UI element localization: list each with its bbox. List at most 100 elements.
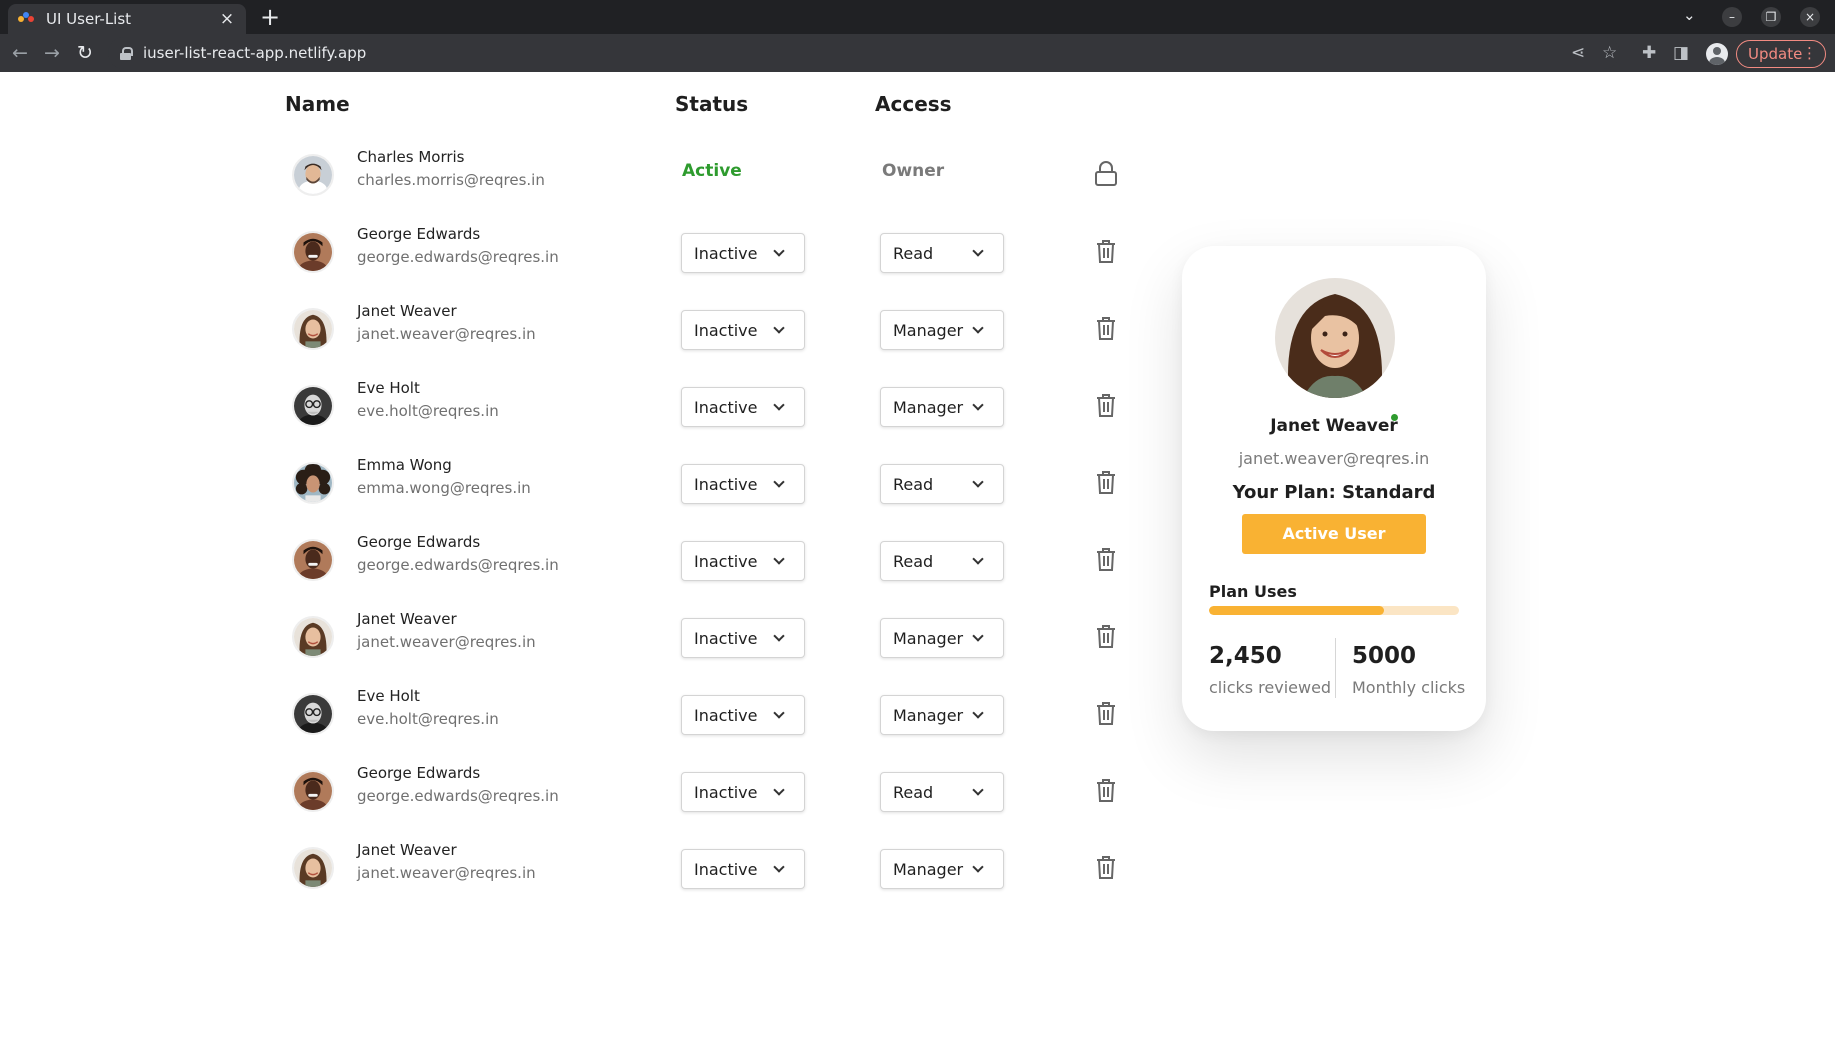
user-email: george.edwards@reqres.in — [357, 248, 559, 266]
user-email: emma.wong@reqres.in — [357, 479, 531, 497]
table-row: Janet Weaver janet.weaver@reqres.in Inac… — [0, 827, 1150, 904]
user-email: eve.holt@reqres.in — [357, 402, 499, 420]
access-dropdown[interactable]: Manager — [880, 618, 1004, 658]
clicks-reviewed-label: clicks reviewed — [1209, 678, 1332, 697]
plan-uses-progress-fill — [1209, 606, 1384, 615]
status-dropdown[interactable]: Inactive — [681, 772, 805, 812]
avatar — [292, 693, 334, 735]
status-label: Active — [682, 161, 742, 181]
restore-icon[interactable]: ❐ — [1761, 7, 1781, 27]
avatar — [292, 154, 334, 196]
access-dropdown[interactable]: Read — [880, 233, 1004, 273]
trash-icon[interactable] — [1094, 854, 1118, 880]
column-header-status: Status — [675, 92, 749, 116]
plan-title: Your Plan: Standard — [1232, 482, 1436, 503]
status-dropdown[interactable]: Inactive — [681, 695, 805, 735]
status-dropdown[interactable]: Inactive — [681, 541, 805, 581]
user-email: eve.holt@reqres.in — [357, 710, 499, 728]
avatar — [292, 462, 334, 504]
tab-close-icon[interactable]: × — [218, 9, 236, 29]
trash-icon[interactable] — [1094, 546, 1118, 572]
status-dropdown[interactable]: Inactive — [681, 387, 805, 427]
user-name: George Edwards — [357, 533, 481, 551]
update-button[interactable]: Update ⋮ — [1736, 40, 1826, 68]
status-dropdown[interactable]: Inactive — [681, 233, 805, 273]
access-dropdown[interactable]: Manager — [880, 387, 1004, 427]
avatar — [292, 847, 334, 889]
close-window-icon[interactable]: × — [1800, 7, 1820, 27]
active-user-button[interactable]: Active User — [1242, 514, 1426, 554]
trash-icon[interactable] — [1094, 777, 1118, 803]
chevron-down-icon — [774, 710, 784, 720]
avatar — [292, 308, 334, 350]
access-dropdown-value: Manager — [893, 320, 964, 340]
user-email: george.edwards@reqres.in — [357, 787, 559, 805]
access-dropdown[interactable]: Read — [880, 464, 1004, 504]
new-tab-icon[interactable]: + — [260, 4, 280, 30]
avatar — [292, 616, 334, 658]
status-dropdown-value: Inactive — [694, 859, 758, 879]
forward-icon[interactable]: → — [44, 42, 60, 64]
trash-icon[interactable] — [1094, 623, 1118, 649]
bookmark-star-icon[interactable]: ☆ — [1602, 43, 1617, 63]
access-dropdown-value: Manager — [893, 628, 964, 648]
user-name: Eve Holt — [357, 687, 420, 705]
user-email: janet.weaver@reqres.in — [357, 633, 536, 651]
user-email: george.edwards@reqres.in — [357, 556, 559, 574]
address-bar[interactable]: iuser-list-react-app.netlify.app — [108, 37, 1620, 69]
chevron-down-icon — [774, 787, 784, 797]
clicks-reviewed-value: 2,450 — [1209, 643, 1282, 669]
tab-search-chevron-icon[interactable]: ⌄ — [1683, 6, 1696, 24]
avatar — [292, 539, 334, 581]
chevron-down-icon — [973, 402, 983, 412]
table-row: George Edwards george.edwards@reqres.in … — [0, 750, 1150, 827]
status-dropdown[interactable]: Inactive — [681, 310, 805, 350]
trash-icon[interactable] — [1094, 700, 1118, 726]
minimize-icon[interactable]: – — [1722, 7, 1742, 27]
status-dropdown-value: Inactive — [694, 628, 758, 648]
trash-icon[interactable] — [1094, 392, 1118, 418]
access-dropdown[interactable]: Read — [880, 772, 1004, 812]
status-dropdown[interactable]: Inactive — [681, 464, 805, 504]
profile-email: janet.weaver@reqres.in — [1238, 449, 1430, 468]
chevron-down-icon — [774, 633, 784, 643]
access-dropdown[interactable]: Manager — [880, 695, 1004, 735]
trash-icon[interactable] — [1094, 315, 1118, 341]
online-status-dot-icon — [1391, 414, 1398, 421]
chevron-down-icon — [774, 248, 784, 258]
access-dropdown-value: Manager — [893, 859, 964, 879]
access-dropdown[interactable]: Manager — [880, 310, 1004, 350]
user-email: janet.weaver@reqres.in — [357, 325, 536, 343]
extensions-icon[interactable]: ✚ — [1642, 43, 1656, 63]
table-row: Charles Morris charles.morris@reqres.in … — [0, 134, 1150, 211]
user-email: charles.morris@reqres.in — [357, 171, 545, 189]
chevron-down-icon — [774, 864, 784, 874]
status-dropdown-value: Inactive — [694, 782, 758, 802]
status-dropdown[interactable]: Inactive — [681, 849, 805, 889]
user-profile-card: Janet Weaver janet.weaver@reqres.in Your… — [1182, 246, 1486, 731]
chevron-down-icon — [973, 864, 983, 874]
share-icon[interactable]: ⋖ — [1571, 43, 1585, 63]
status-dropdown-value: Inactive — [694, 474, 758, 494]
status-dropdown-value: Inactive — [694, 705, 758, 725]
user-email: janet.weaver@reqres.in — [357, 864, 536, 882]
back-icon[interactable]: ← — [12, 42, 28, 64]
browser-tab[interactable]: UI User-List × — [8, 4, 246, 34]
access-dropdown[interactable]: Manager — [880, 849, 1004, 889]
avatar — [292, 231, 334, 273]
reload-icon[interactable]: ↻ — [77, 42, 93, 64]
chevron-down-icon — [973, 710, 983, 720]
profile-avatar-icon[interactable] — [1706, 43, 1728, 65]
status-dropdown-value: Inactive — [694, 397, 758, 417]
trash-icon[interactable] — [1094, 238, 1118, 264]
user-name: George Edwards — [357, 225, 481, 243]
menu-dots-icon: ⋮ — [1802, 44, 1817, 62]
status-dropdown[interactable]: Inactive — [681, 618, 805, 658]
side-panel-icon[interactable]: ◨ — [1673, 43, 1689, 63]
secure-lock-icon — [120, 46, 133, 60]
monthly-clicks-label: Monthly clicks — [1352, 678, 1466, 697]
trash-icon[interactable] — [1094, 469, 1118, 495]
access-dropdown[interactable]: Read — [880, 541, 1004, 581]
access-label: Owner — [882, 161, 945, 181]
user-name: Janet Weaver — [357, 841, 457, 859]
